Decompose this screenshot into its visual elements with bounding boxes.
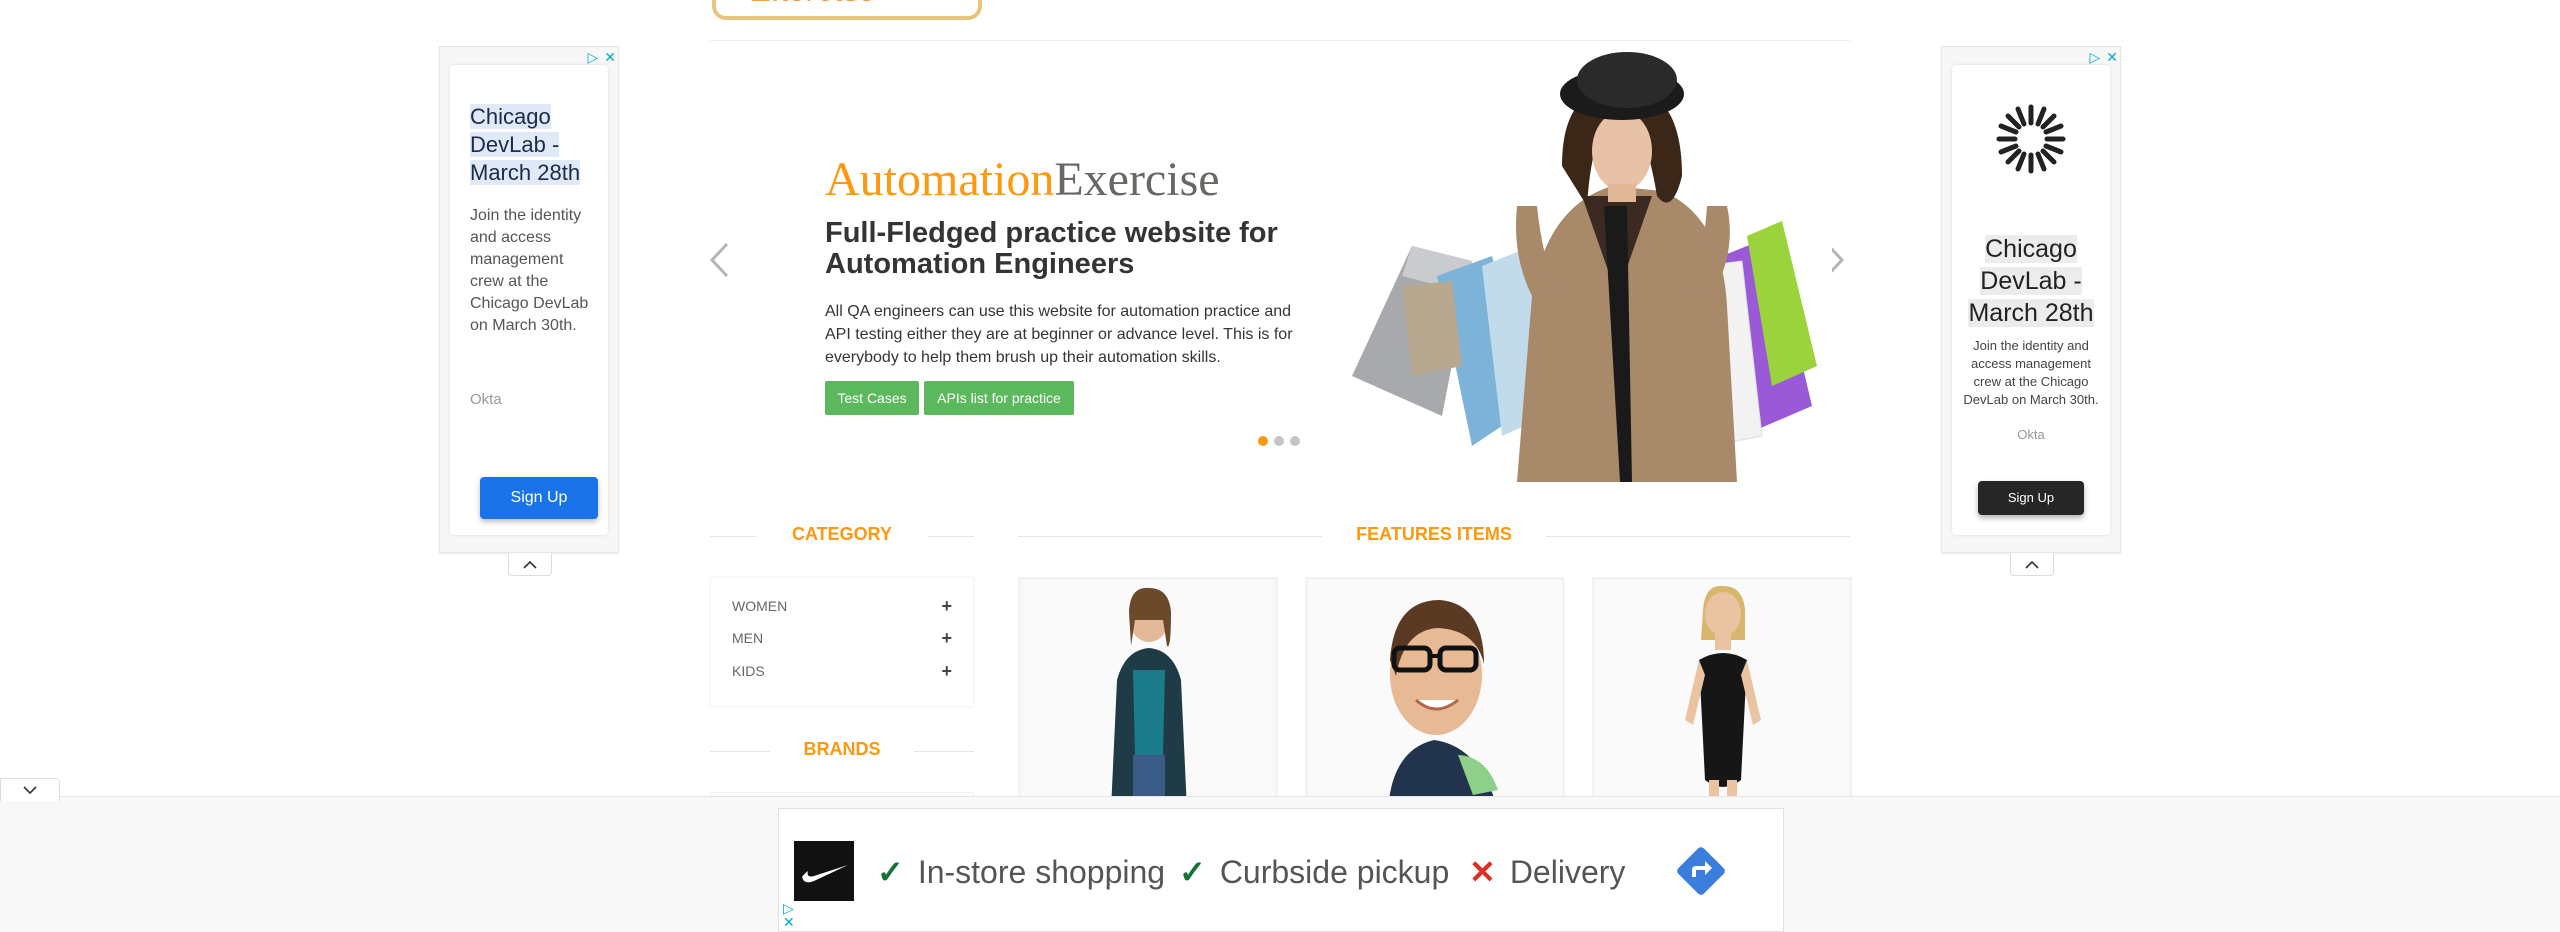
product-card[interactable]: [1592, 577, 1852, 813]
feature-in-store: ✓ In-store shopping: [877, 853, 1165, 891]
feature-curbside: ✓ Curbside pickup: [1179, 853, 1449, 891]
product-image: [1021, 580, 1275, 810]
ad-choices[interactable]: ▷ ✕: [783, 901, 795, 929]
chevron-up-icon: [523, 560, 537, 569]
category-item-men[interactable]: MEN +: [732, 628, 952, 658]
ad-collapse-button[interactable]: [508, 553, 552, 576]
slider-title: Full-Fledged practice website for Automa…: [825, 217, 1278, 280]
sign-up-button[interactable]: Sign Up: [1978, 481, 2084, 515]
feature-delivery: ✕ Delivery: [1469, 853, 1625, 891]
feature-label: Delivery: [1509, 854, 1626, 890]
category-heading: CATEGORY: [791, 524, 892, 544]
close-icon[interactable]: ✕: [2106, 49, 2118, 66]
feature-label: Curbside pickup: [1219, 854, 1450, 890]
ad-brand: Okta: [2017, 427, 2045, 442]
category-label: MEN: [732, 630, 764, 646]
right-side-ad: ▷ ✕ Chicago DevLab - March 28th Join the…: [1941, 46, 2121, 576]
plus-icon[interactable]: +: [941, 661, 952, 682]
slider-prev-button[interactable]: [708, 240, 730, 288]
check-icon: ✓: [877, 854, 904, 890]
nike-logo: [794, 841, 854, 901]
features-heading: FEATURES ITEMS: [1356, 524, 1512, 544]
category-item-women[interactable]: WOMEN +: [732, 596, 952, 626]
adchoices-icon[interactable]: ▷: [2089, 49, 2100, 66]
test-cases-button[interactable]: Test Cases: [825, 381, 919, 415]
slider-description: All QA engineers can use this website fo…: [825, 303, 1293, 366]
slider-indicators: [1258, 436, 1300, 446]
sign-up-button[interactable]: Sign Up: [480, 477, 598, 519]
ad-brand: Okta: [470, 391, 502, 408]
slider-dot-1[interactable]: [1258, 436, 1268, 446]
chevron-left-icon: [709, 242, 729, 278]
brand-part-exercise: Exercise: [1054, 153, 1220, 206]
ad-title[interactable]: Chicago DevLab - March 28th: [470, 103, 610, 187]
close-icon[interactable]: ✕: [783, 915, 795, 929]
bottom-ad[interactable]: ✓ In-store shopping ✓ Curbside pickup ✕ Del…: [778, 808, 1784, 932]
plus-icon[interactable]: +: [941, 596, 952, 617]
slider-brand-heading: AutomationExercise: [825, 150, 1220, 210]
category-item-kids[interactable]: KIDS +: [732, 661, 952, 691]
plus-icon[interactable]: +: [941, 628, 952, 649]
slider-dot-2[interactable]: [1274, 436, 1284, 446]
close-icon[interactable]: ✕: [604, 49, 616, 66]
category-panel: WOMEN + MEN + KIDS +: [710, 577, 974, 707]
feature-label: In-store shopping: [917, 854, 1166, 890]
ad-card[interactable]: Chicago DevLab - March 28th Join the ide…: [450, 65, 608, 535]
nike-swoosh-icon: [802, 865, 848, 883]
brands-heading: BRANDS: [803, 739, 881, 759]
adchoices-icon[interactable]: ▷: [783, 901, 795, 915]
adchoices-icon[interactable]: ▷: [587, 49, 598, 66]
apis-list-button[interactable]: APIs list for practice: [924, 381, 1074, 415]
ad-card[interactable]: Chicago DevLab - March 28th Join the ide…: [1952, 65, 2110, 535]
product-card[interactable]: [1018, 577, 1278, 813]
slider-dot-3[interactable]: [1290, 436, 1300, 446]
hero-shopping-girl-image: [1342, 46, 1832, 482]
category-label: KIDS: [732, 663, 765, 679]
product-card[interactable]: [1305, 577, 1565, 813]
left-side-ad: ▷ ✕ Chicago DevLab - March 28th Join the…: [439, 46, 619, 576]
product-image: [1595, 580, 1849, 810]
bottom-ad-collapse-button[interactable]: [0, 778, 60, 801]
ad-collapse-button[interactable]: [2010, 553, 2054, 576]
brand-part-automation: Automation: [825, 153, 1055, 206]
product-image: [1308, 580, 1562, 810]
logo-text: Exercise: [752, 0, 876, 10]
okta-logo-icon: [1996, 104, 2066, 174]
ad-title[interactable]: Chicago DevLab - March 28th: [1952, 233, 2110, 329]
x-icon: ✕: [1469, 854, 1496, 890]
header-divider: [710, 40, 1850, 41]
ad-body: Join the identity and access management …: [470, 207, 589, 334]
directions-icon[interactable]: [1675, 845, 1727, 897]
site-logo[interactable]: Exercise: [712, 0, 982, 20]
ad-body: Join the identity and access management …: [1963, 338, 2099, 407]
ad-choices[interactable]: ▷ ✕: [2089, 49, 2118, 66]
ad-choices[interactable]: ▷ ✕: [587, 49, 616, 66]
check-icon: ✓: [1179, 854, 1206, 890]
chevron-up-icon: [2025, 560, 2039, 569]
category-label: WOMEN: [732, 598, 788, 614]
chevron-down-icon: [23, 785, 37, 794]
